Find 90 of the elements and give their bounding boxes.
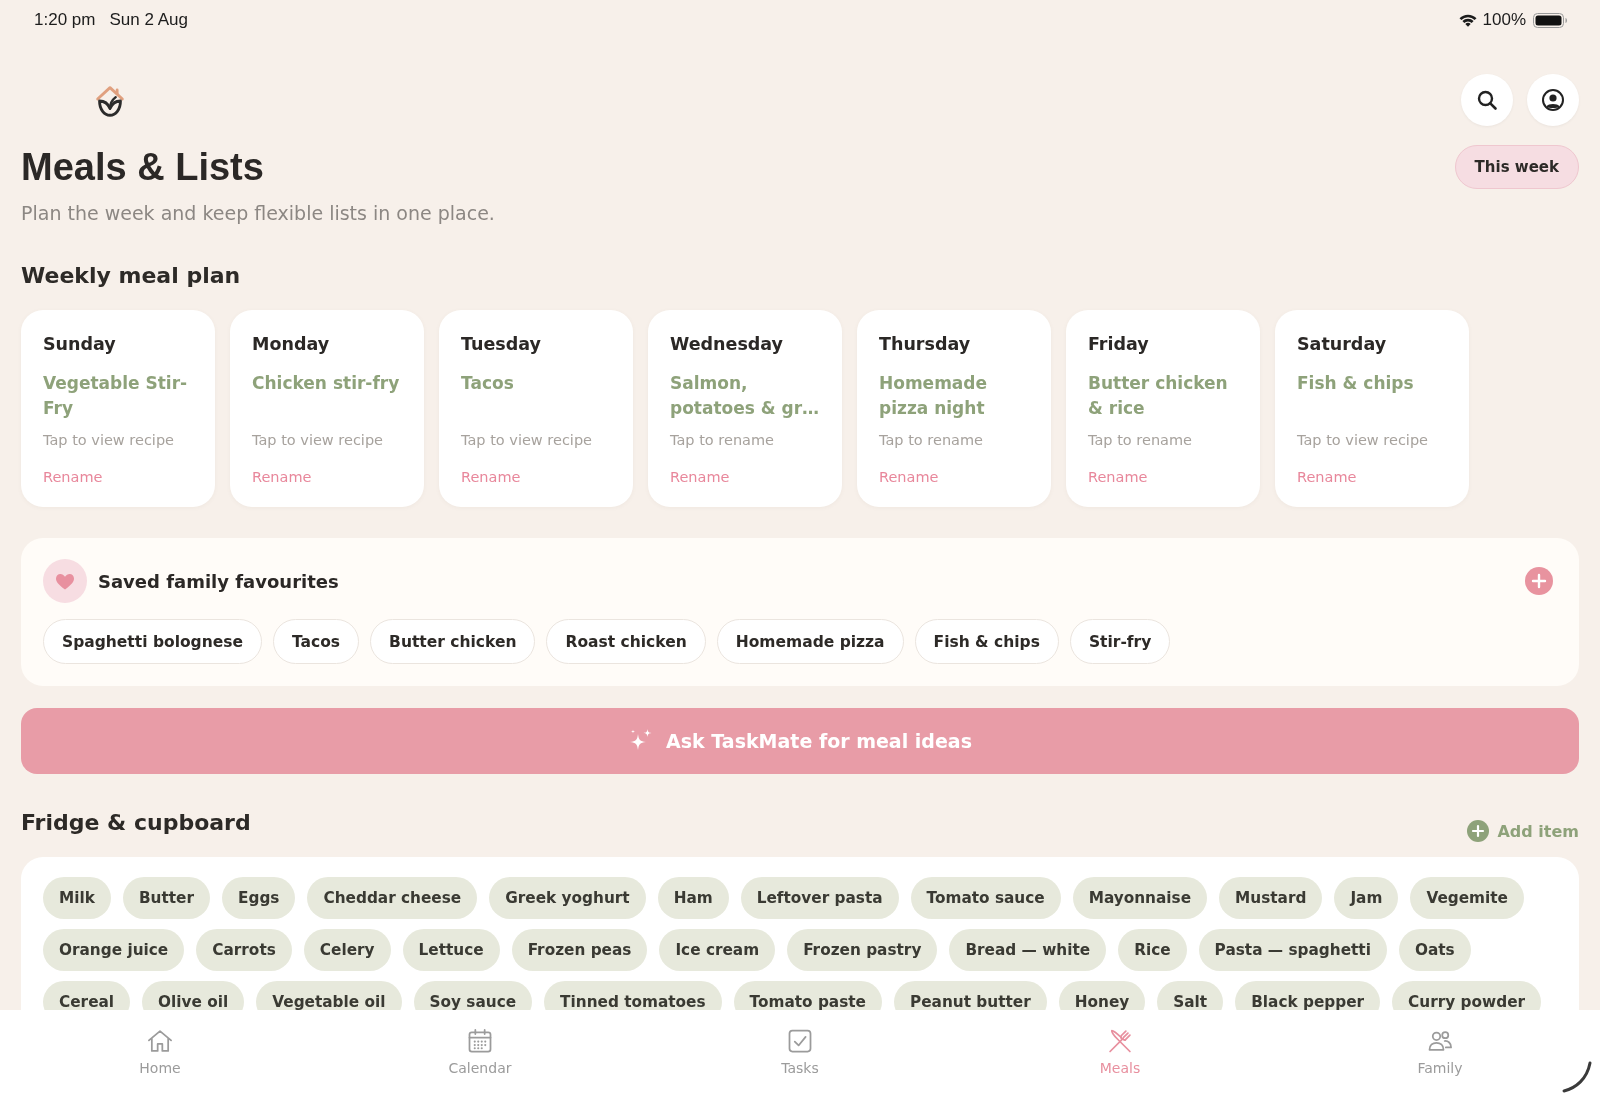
page-subtitle: Plan the week and keep flexible lists in one place.: [21, 201, 495, 225]
pantry-chip[interactable]: Curry powder: [1392, 981, 1542, 1010]
arc-icon: [1562, 1061, 1592, 1093]
day-name: Sunday: [43, 333, 116, 356]
pantry-chip[interactable]: Olive oil: [142, 981, 245, 1010]
calendar-icon: [466, 1027, 494, 1055]
pantry-chip[interactable]: Rice: [1118, 929, 1187, 971]
section-heading: Weekly meal plan: [21, 262, 241, 290]
pantry-chip[interactable]: Black pepper: [1235, 981, 1381, 1010]
pantry-chip[interactable]: Ice cream: [659, 929, 776, 971]
pantry-chip[interactable]: Tomato paste: [733, 981, 882, 1010]
wifi-icon: [1458, 13, 1477, 27]
pantry-chip[interactable]: Butter: [122, 877, 210, 919]
favourite-chip[interactable]: Fish & chips: [914, 619, 1059, 664]
status-time: 1:20 pm: [34, 10, 96, 30]
day-name: Monday: [252, 333, 330, 356]
favourite-chip[interactable]: Butter chicken: [370, 619, 536, 664]
pantry-chip[interactable]: Cereal: [43, 981, 131, 1010]
pantry-chip[interactable]: Orange juice: [43, 929, 185, 971]
meal-name: Homemade pizza night: [879, 372, 989, 420]
pantry-chip[interactable]: Greek yoghurt: [489, 877, 646, 919]
hint-text: Tap to view recipe: [461, 431, 592, 449]
fork-knife-icon: [1106, 1027, 1134, 1055]
pantry-chip[interactable]: Vegetable oil: [256, 981, 402, 1010]
pantry-chip[interactable]: Soy sauce: [413, 981, 533, 1010]
status-date: Sun 2 Aug: [109, 10, 188, 30]
person-circle-icon: [1541, 88, 1565, 112]
meal-card[interactable]: Wednesday Salmon, potatoes & gr… Tap to rename Rename: [648, 310, 842, 507]
favourite-chip[interactable]: Spaghetti bolognese: [43, 619, 262, 664]
hint-text: Tap to view recipe: [1297, 431, 1428, 449]
pantry-chip[interactable]: Leftover pasta: [740, 877, 899, 919]
pantry-chip[interactable]: Oats: [1398, 929, 1471, 971]
page-title: Meals & Lists: [21, 145, 264, 190]
pantry-chip[interactable]: Bread — white: [949, 929, 1107, 971]
meal-card[interactable]: Tuesday Tacos Tap to view recipe Rename: [439, 310, 633, 507]
hint-text: Tap to rename: [670, 431, 774, 449]
meal-name: Tacos: [461, 372, 514, 395]
pantry-chip[interactable]: Vegemite: [1410, 877, 1524, 919]
pantry-chip[interactable]: Salt: [1157, 981, 1224, 1010]
meal-card[interactable]: Monday Chicken stir-fry Tap to view recipe Rename: [230, 310, 424, 507]
meal-card[interactable]: Sunday Vegetable Stir-Fry Tap to view recipe Rename: [21, 310, 215, 507]
meal-name: Vegetable Stir-Fry: [43, 372, 189, 420]
home-icon: [146, 1027, 174, 1055]
meal-name: Salmon, potatoes & gr…: [670, 372, 821, 420]
battery-icon: [1533, 12, 1568, 28]
favourite-chip[interactable]: Roast chicken: [546, 619, 706, 664]
pantry-chip[interactable]: Tinned tomatoes: [544, 981, 722, 1010]
day-name: Wednesday: [670, 333, 784, 356]
hint-text: Tap to rename: [1088, 431, 1192, 449]
plus-circle-icon: [1467, 820, 1490, 842]
pantry-chip[interactable]: Milk: [43, 877, 111, 919]
profile-button[interactable]: [1527, 74, 1579, 126]
pantry-chip[interactable]: Mayonnaise: [1072, 877, 1208, 919]
hint-text: Tap to view recipe: [43, 431, 174, 449]
day-name: Thursday: [879, 333, 971, 356]
battery-percent: 100%: [1482, 10, 1526, 30]
search-button[interactable]: [1461, 74, 1513, 126]
card-title: Saved family favourites: [98, 570, 339, 592]
pantry-chip[interactable]: Pasta — spaghetti: [1198, 929, 1387, 971]
day-name: Tuesday: [461, 333, 541, 356]
pantry-chip[interactable]: Celery: [303, 929, 391, 971]
meal-name: Fish & chips: [1297, 372, 1414, 395]
section-heading: Fridge & cupboard: [21, 809, 251, 837]
pantry-chip[interactable]: Jam: [1334, 877, 1399, 919]
meal-card[interactable]: Thursday Homemade pizza night Tap to rename Rename: [857, 310, 1051, 507]
meal-card[interactable]: Saturday Fish & chips Tap to view recipe Rename: [1275, 310, 1469, 507]
hint-text: Tap to rename: [879, 431, 983, 449]
meal-name: Chicken stir-fry: [252, 372, 400, 395]
meal-name: Butter chicken & rice: [1088, 372, 1229, 420]
favourite-chip[interactable]: Tacos: [273, 619, 360, 664]
week-filter-button[interactable]: This week: [1454, 145, 1579, 189]
pantry-chip[interactable]: Carrots: [196, 929, 292, 971]
pantry-chip[interactable]: Frozen peas: [511, 929, 648, 971]
favourite-chip[interactable]: Stir-fry: [1069, 619, 1171, 664]
meal-card[interactable]: Friday Butter chicken & rice Tap to rename Rename: [1066, 310, 1260, 507]
day-name: Friday: [1088, 333, 1149, 356]
checkbox-icon: [786, 1027, 814, 1055]
pantry-chip[interactable]: Ham: [657, 877, 729, 919]
favourite-chip[interactable]: Homemade pizza: [716, 619, 904, 664]
search-icon: [1475, 88, 1499, 112]
pantry-chip[interactable]: Tomato sauce: [910, 877, 1061, 919]
day-name: Saturday: [1297, 333, 1387, 356]
pantry-chip[interactable]: Mustard: [1219, 877, 1323, 919]
pantry-chip[interactable]: Lettuce: [402, 929, 500, 971]
pantry-chip[interactable]: Honey: [1058, 981, 1146, 1010]
pantry-chip[interactable]: Cheddar cheese: [307, 877, 478, 919]
pantry-chip[interactable]: Frozen pastry: [787, 929, 938, 971]
pantry-chip[interactable]: Eggs: [222, 877, 296, 919]
hint-text: Tap to view recipe: [252, 431, 383, 449]
pantry-chip[interactable]: Peanut butter: [894, 981, 1047, 1010]
